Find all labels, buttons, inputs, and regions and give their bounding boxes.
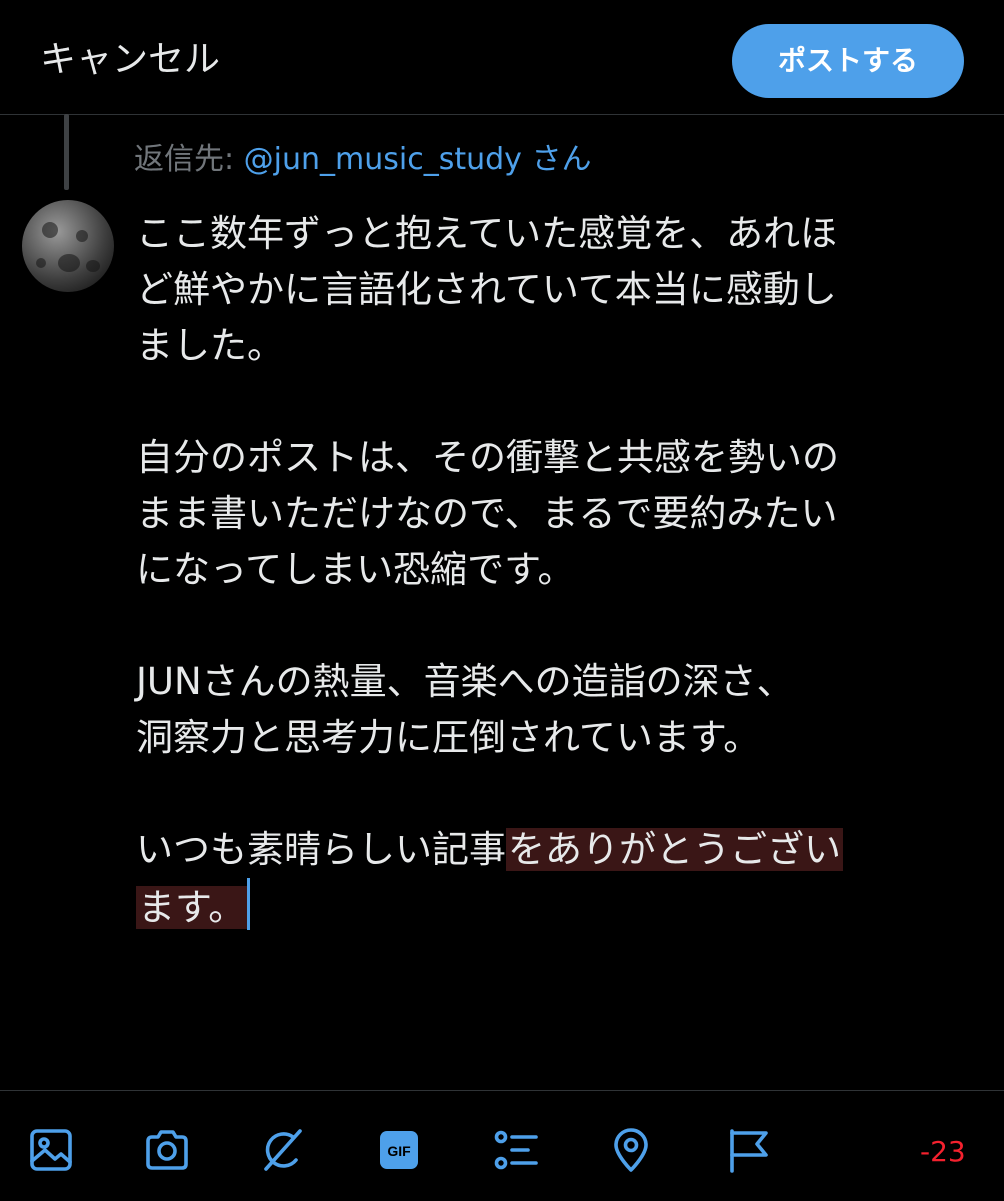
reply-to-handle[interactable]: @jun_music_study — [244, 142, 522, 177]
thread-connector-line — [64, 114, 69, 190]
reply-to-line: 返信先: @jun_music_study さん — [134, 140, 591, 180]
compose-line: 自分のポストは、その衝撃と共感を勢いの — [136, 436, 839, 479]
poll-icon[interactable] — [492, 1127, 538, 1173]
compose-paragraph: いつも素晴らしい記事をありがとうござい ます。 — [136, 822, 986, 936]
compose-line: になってしまい恐縮です。 — [136, 548, 575, 591]
svg-text:GIF: GIF — [387, 1143, 411, 1159]
character-count: -23 — [920, 1135, 966, 1168]
compose-text-normal: いつも素晴らしい記事 — [136, 828, 506, 871]
over-limit-text: ます。 — [136, 886, 248, 929]
camera-icon[interactable] — [144, 1127, 190, 1173]
location-icon[interactable] — [608, 1127, 654, 1173]
compose-toolbar: GIF -23 — [0, 1090, 1004, 1201]
grok-icon[interactable] — [260, 1127, 306, 1173]
over-limit-text: をありがとうござい — [506, 828, 843, 871]
compose-line: JUNさんの熱量、音楽への造詣の深さ、 — [136, 660, 794, 703]
compose-text-area[interactable]: ここ数年ずっと抱えていた感覚を、あれほ ど鮮やかに言語化されていて本当に感動し … — [136, 206, 986, 992]
compose-header: キャンセル ポストする — [0, 0, 1004, 115]
image-icon[interactable] — [28, 1127, 74, 1173]
compose-line: ました。 — [136, 324, 284, 367]
compose-paragraph: ここ数年ずっと抱えていた感覚を、あれほ ど鮮やかに言語化されていて本当に感動し … — [136, 206, 986, 374]
flag-icon[interactable] — [724, 1127, 770, 1173]
compose-line: いつも素晴らしい記事をありがとうござい — [136, 822, 986, 878]
avatar — [22, 200, 114, 292]
reply-to-label: 返信先: — [134, 142, 235, 177]
compose-line: ここ数年ずっと抱えていた感覚を、あれほ — [136, 212, 838, 255]
reply-to-suffix: さん — [531, 142, 592, 177]
compose-line: ど鮮やかに言語化されていて本当に感動し — [136, 268, 837, 311]
cancel-button[interactable]: キャンセル — [40, 38, 220, 82]
compose-paragraph: JUNさんの熱量、音楽への造詣の深さ、 洞察力と思考力に圧倒されています。 — [136, 654, 986, 766]
compose-paragraph: 自分のポストは、その衝撃と共感を勢いの まま書いただけなので、まるで要約みたい … — [136, 430, 986, 598]
compose-line: ます。 — [136, 878, 986, 936]
text-cursor — [247, 878, 251, 930]
compose-line: 洞察力と思考力に圧倒されています。 — [136, 716, 761, 759]
gif-icon[interactable]: GIF — [376, 1127, 422, 1173]
post-button[interactable]: ポストする — [732, 24, 964, 98]
compose-line: まま書いただけなので、まるで要約みたい — [136, 492, 838, 535]
